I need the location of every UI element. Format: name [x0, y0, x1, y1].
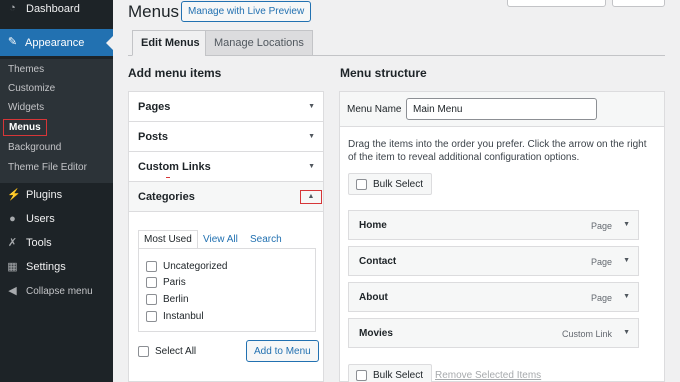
- remove-selected-items-link[interactable]: Remove Selected Items: [435, 370, 541, 381]
- submenu-item-themes[interactable]: Themes: [8, 64, 44, 75]
- category-label: Paris: [163, 277, 186, 288]
- checkbox[interactable]: [146, 294, 157, 305]
- menu-name-label: Menu Name: [347, 104, 402, 115]
- tab-most-used[interactable]: Most Used: [138, 230, 198, 249]
- submenu-item-theme-file-editor[interactable]: Theme File Editor: [8, 162, 87, 173]
- bulk-select-label: Bulk Select: [373, 369, 424, 381]
- plug-icon: ⚡: [7, 188, 21, 201]
- chevron-down-icon[interactable]: ▼: [623, 329, 630, 336]
- chevron-down-icon[interactable]: ▼: [623, 221, 630, 228]
- sidebar-item-label: Settings: [26, 261, 66, 273]
- category-label: Berlin: [163, 294, 189, 305]
- chevron-down-icon[interactable]: ▼: [623, 293, 630, 300]
- menu-item-type: Custom Link: [561, 329, 612, 339]
- chevron-down-icon[interactable]: ▼: [308, 163, 315, 170]
- submenu-item-background[interactable]: Background: [8, 142, 61, 153]
- accordion-pages[interactable]: Pages ▼: [129, 92, 323, 122]
- bulk-select-button[interactable]: Bulk Select: [348, 173, 433, 195]
- collapse-menu-label: Collapse menu: [26, 285, 93, 297]
- help-button[interactable]: [612, 0, 665, 7]
- sidebar-item-settings[interactable]: ▦ Settings: [0, 256, 113, 278]
- submenu-item-widgets[interactable]: Widgets: [8, 102, 44, 113]
- menu-item[interactable]: About Page ▼: [348, 282, 639, 312]
- menu-item-type: Page: [590, 221, 612, 231]
- sidebar-item-tools[interactable]: ✗ Tools: [0, 232, 113, 254]
- collapse-menu-button[interactable]: ◀ Collapse menu: [0, 280, 113, 302]
- accordion-categories[interactable]: Categories ▲: [129, 182, 323, 212]
- wrench-icon: ✗: [7, 236, 18, 249]
- accordion-posts[interactable]: Posts ▼: [129, 122, 323, 152]
- menu-item-title: About: [359, 292, 388, 303]
- sidebar-item-plugins[interactable]: ⚡ Plugins: [0, 184, 113, 206]
- menu-item-type: Page: [590, 293, 612, 303]
- checkbox[interactable]: [146, 261, 157, 272]
- instructions-text: Drag the items into the order you prefer…: [348, 139, 647, 163]
- category-label: Uncategorized: [163, 261, 228, 272]
- menu-item-title: Contact: [359, 256, 397, 267]
- category-item[interactable]: Paris: [146, 277, 186, 288]
- select-all-label: Select All: [155, 346, 197, 357]
- paintbrush-icon: ✎: [7, 36, 18, 48]
- category-item[interactable]: Uncategorized: [146, 261, 227, 272]
- sliders-icon: ▦: [7, 260, 18, 273]
- sidebar-item-label: Plugins: [26, 189, 63, 201]
- chevron-down-icon[interactable]: ▼: [308, 133, 315, 140]
- menu-item[interactable]: Movies Custom Link ▼: [348, 318, 639, 348]
- collapse-icon: ◀: [8, 284, 17, 297]
- submenu-item-customize[interactable]: Customize: [8, 83, 55, 94]
- accordion-label: Categories: [138, 190, 195, 203]
- category-tabs: Most Used View All Search: [138, 230, 316, 249]
- sidebar-item-label: Dashboard: [26, 2, 80, 15]
- sidebar-item-label: Tools: [26, 237, 52, 249]
- chevron-down-icon[interactable]: ▼: [623, 257, 630, 264]
- menu-name-input[interactable]: Main Menu: [406, 98, 597, 120]
- select-all-checkbox[interactable]: Select All: [138, 346, 196, 357]
- accordion-label: Custom Links: [138, 160, 211, 173]
- gauge-icon: ◔: [9, 2, 16, 14]
- tab-edit-menus[interactable]: Edit Menus: [132, 30, 209, 56]
- tab-view-all[interactable]: View All: [203, 230, 238, 249]
- bulk-select-label: Bulk Select: [373, 178, 424, 190]
- category-label: Instanbul: [163, 311, 204, 322]
- live-preview-button[interactable]: Manage with Live Preview: [181, 1, 312, 22]
- checkbox[interactable]: [356, 369, 367, 381]
- checkbox[interactable]: [146, 311, 157, 322]
- menu-item-title: Movies: [359, 328, 393, 339]
- category-item[interactable]: Berlin: [146, 294, 189, 305]
- sidebar-item-dashboard[interactable]: ◔ Dashboard: [0, 0, 113, 17]
- menu-item-title: Home: [359, 220, 387, 231]
- sidebar-item-label: Users: [26, 213, 55, 225]
- tab-search[interactable]: Search: [250, 230, 282, 249]
- category-item[interactable]: Instanbul: [146, 311, 204, 322]
- user-icon: ●: [9, 212, 16, 225]
- menu-item[interactable]: Home Page ▼: [348, 210, 639, 240]
- checkbox[interactable]: [146, 277, 157, 288]
- chevron-up-icon[interactable]: ▲: [300, 189, 322, 204]
- menu-item[interactable]: Contact Page ▼: [348, 246, 639, 276]
- screen-options-button[interactable]: [507, 0, 606, 7]
- highlight-mark: [166, 177, 170, 178]
- accordion-custom-links[interactable]: Custom Links ▼: [129, 152, 323, 182]
- admin-sidebar: ◔ Dashboard ✎ Appearance Themes Customiz…: [0, 0, 113, 382]
- chevron-down-icon[interactable]: ▼: [308, 103, 315, 110]
- checkbox[interactable]: [138, 346, 149, 357]
- add-to-menu-button[interactable]: Add to Menu: [246, 340, 319, 362]
- sidebar-item-label: Appearance: [25, 36, 85, 49]
- sidebar-item-appearance[interactable]: ✎ Appearance: [0, 29, 113, 56]
- accordion-label: Posts: [138, 130, 168, 143]
- sidebar-item-users[interactable]: ● Users: [0, 208, 113, 230]
- bulk-select-button-bottom[interactable]: Bulk Select: [348, 364, 433, 382]
- page-title: Menus: [128, 2, 180, 21]
- menu-item-type: Page: [590, 257, 612, 267]
- checkbox[interactable]: [356, 178, 367, 190]
- submenu-item-menus[interactable]: Menus: [3, 119, 47, 136]
- add-menu-items-heading: Add menu items: [128, 66, 222, 80]
- tab-manage-locations[interactable]: Manage Locations: [205, 30, 313, 56]
- appearance-submenu: Themes Customize Widgets Menus Backgroun…: [0, 59, 113, 183]
- accordion-label: Pages: [138, 100, 171, 113]
- menu-structure-heading: Menu structure: [340, 66, 427, 80]
